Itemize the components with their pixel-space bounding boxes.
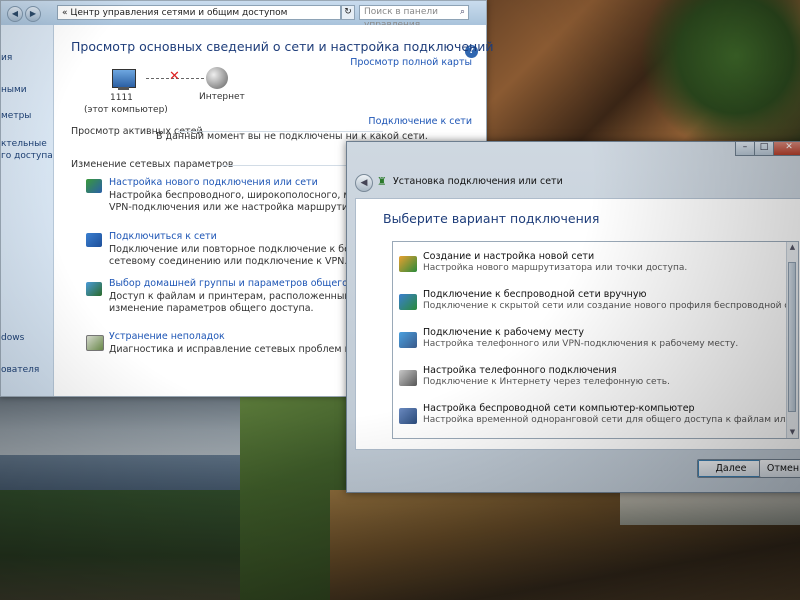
connect-to-network-link[interactable]: Подключение к сети [368, 116, 472, 127]
setup-connection-dialog: – □ ✕ ◀ ♜ Установка подключения или сети… [346, 141, 800, 493]
option-title: Настройка беспроводной сети компьютер-ко… [423, 403, 695, 414]
wallpaper-trees [640, 0, 800, 140]
search-icon: ⌕ [459, 7, 465, 17]
dialog-body: Выберите вариант подключения Создание и … [355, 198, 800, 450]
workplace-icon [399, 332, 417, 348]
scroll-up-icon[interactable]: ▲ [787, 242, 798, 253]
troubleshoot-icon [86, 335, 104, 351]
homegroup-icon [86, 282, 102, 296]
computer-sublabel: (этот компьютер) [84, 105, 168, 115]
connect-network-icon [86, 233, 102, 247]
sidebar-item[interactable]: го доступа [1, 151, 53, 161]
search-input[interactable]: Поиск в панели управления⌕ [359, 5, 469, 30]
new-connection-icon [86, 179, 102, 193]
next-button[interactable]: Далее [697, 459, 765, 478]
view-full-map-link[interactable]: Просмотр полной карты [350, 57, 472, 68]
address-bar[interactable]: « Центр управления сетями и общим доступ… [57, 5, 341, 20]
sidebar: ия ными метры ктельные го доступа dows о… [1, 25, 54, 396]
internet-label: Интернет [199, 92, 245, 102]
disconnected-x-icon: ✕ [169, 69, 180, 84]
computer-name: 1111 [110, 93, 133, 103]
cancel-button[interactable]: Отмен [759, 459, 800, 478]
sidebar-item[interactable]: ователя [1, 365, 39, 375]
list-item[interactable]: Создание и настройка новой сети Настройк… [393, 248, 786, 284]
sidebar-item[interactable]: dows [1, 333, 24, 343]
option-description: Настройка временной одноранговой сети дл… [423, 415, 799, 425]
option-title: Настройка телефонного подключения [423, 365, 617, 376]
option-description: Настройка нового маршрутизатора или точк… [423, 263, 688, 273]
scroll-thumb[interactable] [788, 262, 796, 412]
list-item[interactable]: Подключение к рабочему месту Настройка т… [393, 324, 786, 360]
option-description: Подключение к Интернету через телефонную… [423, 377, 670, 387]
close-icon[interactable]: ✕ [773, 142, 800, 156]
sidebar-item[interactable]: ия [1, 53, 12, 63]
page-title: Просмотр основных сведений о сети и наст… [71, 39, 494, 54]
list-item[interactable]: Подключение к беспроводной сети вручную … [393, 286, 798, 322]
dialup-phone-icon [399, 370, 417, 386]
back-arrow-icon[interactable]: ◀ [7, 6, 23, 22]
computer-stand [118, 87, 129, 90]
list-item[interactable]: Настройка телефонного подключения Подклю… [393, 362, 786, 398]
setup-new-connection-link[interactable]: Настройка нового подключения или сети [109, 177, 318, 188]
dialog-heading: Выберите вариант подключения [383, 211, 600, 226]
sidebar-item[interactable]: метры [1, 111, 31, 121]
wireless-manual-icon [399, 294, 417, 310]
sidebar-item[interactable]: ными [1, 85, 27, 95]
option-title: Создание и настройка новой сети [423, 251, 595, 262]
new-network-icon [399, 256, 417, 272]
list-item[interactable]: Настройка беспроводной сети компьютер-ко… [393, 400, 798, 436]
refresh-icon[interactable]: ↻ [341, 5, 355, 20]
network-wizard-icon: ♜ [377, 175, 387, 188]
list-scrollbar[interactable]: ▲ ▼ [786, 242, 798, 438]
option-title: Подключение к рабочему месту [423, 327, 584, 338]
forward-arrow-icon[interactable]: ▶ [25, 6, 41, 22]
explorer-toolbar: ◀ ▶ « Центр управления сетями и общим до… [1, 1, 486, 30]
task-description: изменение параметров общего доступа. [109, 303, 314, 314]
back-arrow-icon[interactable]: ◀ [355, 174, 373, 192]
wallpaper-water [620, 490, 800, 525]
change-settings-title: Изменение сетевых параметров [71, 159, 234, 170]
address-text: « Центр управления сетями и общим доступ… [62, 8, 288, 18]
scroll-down-icon[interactable]: ▼ [787, 427, 798, 438]
option-description: Настройка телефонного или VPN-подключени… [423, 339, 739, 349]
task-description: сетевому соединению или подключение к VP… [109, 256, 348, 267]
internet-globe-icon [206, 67, 228, 89]
option-description: Подключение к скрытой сети или создание … [423, 301, 799, 311]
dialog-title: Установка подключения или сети [393, 176, 563, 187]
option-title: Подключение к беспроводной сети вручную [423, 289, 647, 300]
sidebar-item[interactable]: ктельные [1, 139, 47, 149]
computer-icon [112, 69, 136, 88]
connection-options-list: Создание и настройка новой сети Настройк… [392, 241, 799, 439]
maximize-icon[interactable]: □ [754, 142, 774, 156]
minimize-icon[interactable]: – [735, 142, 755, 156]
troubleshoot-link[interactable]: Устранение неполадок [109, 331, 225, 342]
connect-to-network-task-link[interactable]: Подключиться к сети [109, 231, 217, 242]
adhoc-network-icon [399, 408, 417, 424]
